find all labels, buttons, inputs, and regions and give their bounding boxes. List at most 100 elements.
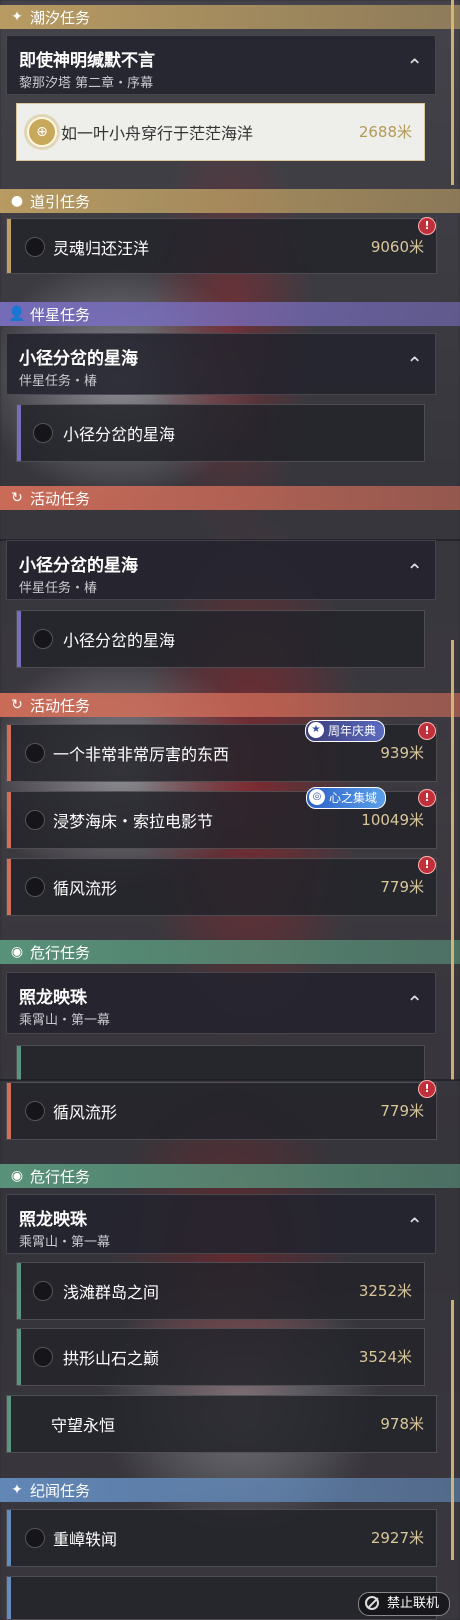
chevron-up-icon[interactable]: ⌃	[406, 991, 423, 1015]
quest-item-xunfeng[interactable]: 循风流形 779米	[6, 858, 437, 916]
sparkle-icon: ✦	[11, 9, 23, 25]
quest-group-zhaolong[interactable]: 照龙映珠 乘霄山・第一幕 ⌃	[6, 972, 436, 1034]
quest-item-linghun[interactable]: 灵魂归还汪洋 9060米	[6, 218, 437, 274]
no-multiplayer-icon	[364, 1596, 379, 1610]
quest-name: 灵魂归还汪洋	[53, 239, 150, 258]
quest-color-bar	[17, 611, 21, 667]
quest-distance: 3524米	[358, 1348, 412, 1366]
chevron-up-icon[interactable]: ⌃	[406, 559, 423, 583]
disable-multiplayer-button[interactable]: 禁止联机	[357, 1592, 450, 1616]
alert-icon: !	[418, 789, 436, 807]
quest-name: 重嶂轶闻	[53, 1530, 118, 1549]
location-pin-icon: ●	[10, 193, 24, 209]
category-label: 道引任务	[30, 192, 91, 211]
sparkle-icon: ✦	[11, 1482, 23, 1498]
category-label: 危行任务	[30, 1167, 91, 1186]
category-label: 活动任务	[30, 489, 91, 508]
group-title: 即使神明缄默不言	[19, 51, 155, 71]
button-label: 禁止联机	[386, 1596, 439, 1611]
quest-name: 浸梦海床・索拉电影节	[53, 812, 214, 831]
quest-color-bar	[7, 792, 11, 848]
quest-status-dot	[33, 423, 53, 443]
quest-name: 循风流形	[53, 1103, 118, 1122]
anniversary-icon: ★	[308, 722, 324, 738]
category-header-huodong[interactable]: ↻ 活动任务	[0, 693, 460, 717]
quest-list-panel-1: ✦ 潮汐任务 即使神明缄默不言 黎那汐塔 第二章・序幕 ⌃ ⊕ 如一叶小舟穿行于…	[0, 0, 460, 540]
quest-item-yiye[interactable]: ⊕ 如一叶小舟穿行于茫茫海洋 2688米	[16, 103, 425, 161]
quest-status-dot	[25, 237, 45, 257]
badge-label: 心之集域	[329, 791, 378, 805]
quest-distance: 2927米	[370, 1529, 424, 1547]
quest-status-dot	[25, 877, 45, 897]
scrollbar[interactable]	[451, 0, 454, 185]
category-label: 危行任务	[30, 943, 91, 962]
quest-list-panel-3: 循风流形 779米 ! ◉ 危行任务 照龙映珠 乘霄山・第一幕 ⌃ 浅滩群岛之间…	[0, 1080, 460, 1620]
quest-status-dot	[33, 1347, 53, 1367]
quest-group-shenming[interactable]: 即使神明缄默不言 黎那汐塔 第二章・序幕 ⌃	[6, 35, 436, 95]
category-header-chaoxi[interactable]: ✦ 潮汐任务	[0, 5, 460, 29]
category-header-weixing[interactable]: ◉ 危行任务	[0, 940, 460, 964]
quest-distance: 9060米	[370, 238, 424, 256]
danger-target-icon: ◉	[10, 944, 24, 960]
quest-name: 循风流形	[53, 879, 118, 898]
quest-status-dot	[33, 629, 53, 649]
quest-distance: 978米	[380, 1415, 424, 1433]
chevron-up-icon[interactable]: ⌃	[406, 54, 423, 78]
chevron-up-icon[interactable]: ⌃	[406, 352, 423, 376]
danger-target-icon: ◉	[10, 1168, 24, 1184]
quest-item-chongzhang[interactable]: 重嶂轶闻 2927米	[6, 1509, 437, 1567]
quest-color-bar	[7, 1577, 11, 1619]
category-header-huodong[interactable]: ↻ 活动任务	[0, 486, 460, 510]
quest-item-partial[interactable]	[16, 1045, 425, 1080]
category-header-weixing[interactable]: ◉ 危行任务	[0, 1164, 460, 1188]
scrollbar[interactable]	[451, 1300, 454, 1560]
category-header-daoyin[interactable]: ● 道引任务	[0, 189, 460, 213]
quest-item-xiaojing[interactable]: 小径分岔的星海	[16, 610, 425, 668]
heart-domain-badge: ◎ 心之集域	[306, 787, 387, 809]
category-header-jiwen[interactable]: ✦ 纪闻任务	[0, 1478, 460, 1502]
chevron-up-icon[interactable]: ⌃	[406, 1213, 423, 1237]
quest-color-bar	[7, 219, 11, 273]
category-header-banxing[interactable]: 👤 伴星任务	[0, 302, 460, 326]
alert-icon: !	[418, 856, 436, 874]
quest-item-qiantan[interactable]: 浅滩群岛之间 3252米	[16, 1262, 425, 1320]
quest-color-bar	[17, 1046, 21, 1080]
category-label: 活动任务	[30, 696, 91, 715]
group-subtitle: 乘霄山・第一幕	[19, 1235, 111, 1250]
category-label: 伴星任务	[30, 305, 91, 324]
quest-name: 拱形山石之巅	[63, 1349, 160, 1368]
quest-group-zhaolong[interactable]: 照龙映珠 乘霄山・第一幕 ⌃	[6, 1194, 436, 1254]
alert-icon: !	[418, 1080, 436, 1098]
tracking-target-icon: ⊕	[27, 117, 57, 147]
group-subtitle: 伴星任务・椿	[19, 374, 98, 389]
quest-distance: 779米	[380, 1102, 424, 1120]
category-label: 潮汐任务	[30, 8, 91, 27]
group-subtitle: 黎那汐塔 第二章・序幕	[19, 76, 154, 91]
anniversary-badge: ★ 周年庆典	[305, 720, 386, 742]
quest-item-xiaojing[interactable]: 小径分岔的星海	[16, 404, 425, 462]
quest-color-bar	[17, 405, 21, 461]
quest-item-shouwang[interactable]: 守望永恒 978米	[6, 1395, 437, 1453]
quest-color-bar	[17, 1329, 21, 1385]
quest-distance: 10049米	[361, 811, 424, 829]
quest-distance: 3252米	[358, 1282, 412, 1300]
swirl-icon: ◎	[309, 789, 325, 805]
scrollbar[interactable]	[451, 640, 454, 1080]
quest-color-bar	[7, 1510, 11, 1566]
group-subtitle: 乘霄山・第一幕	[19, 1013, 111, 1028]
quest-item-gongxing[interactable]: 拱形山石之巅 3524米	[16, 1328, 425, 1386]
quest-color-bar	[7, 1083, 11, 1139]
quest-group-xiaojing[interactable]: 小径分岔的星海 伴星任务・椿 ⌃	[6, 333, 436, 395]
quest-status-dot	[25, 810, 45, 830]
quest-name: 守望永恒	[51, 1416, 116, 1435]
quest-item-xunfeng[interactable]: 循风流形 779米	[6, 1082, 437, 1140]
quest-name: 浅滩群岛之间	[63, 1283, 160, 1302]
quest-color-bar	[7, 859, 11, 915]
quest-group-xiaojing[interactable]: 小径分岔的星海 伴星任务・椿 ⌃	[6, 540, 436, 600]
quest-distance: 939米	[380, 744, 424, 762]
group-title: 小径分岔的星海	[19, 556, 138, 576]
group-title: 照龙映珠	[19, 988, 87, 1008]
activity-icon: ↻	[11, 697, 23, 713]
quest-distance: 779米	[380, 878, 424, 896]
quest-color-bar	[17, 1263, 21, 1319]
